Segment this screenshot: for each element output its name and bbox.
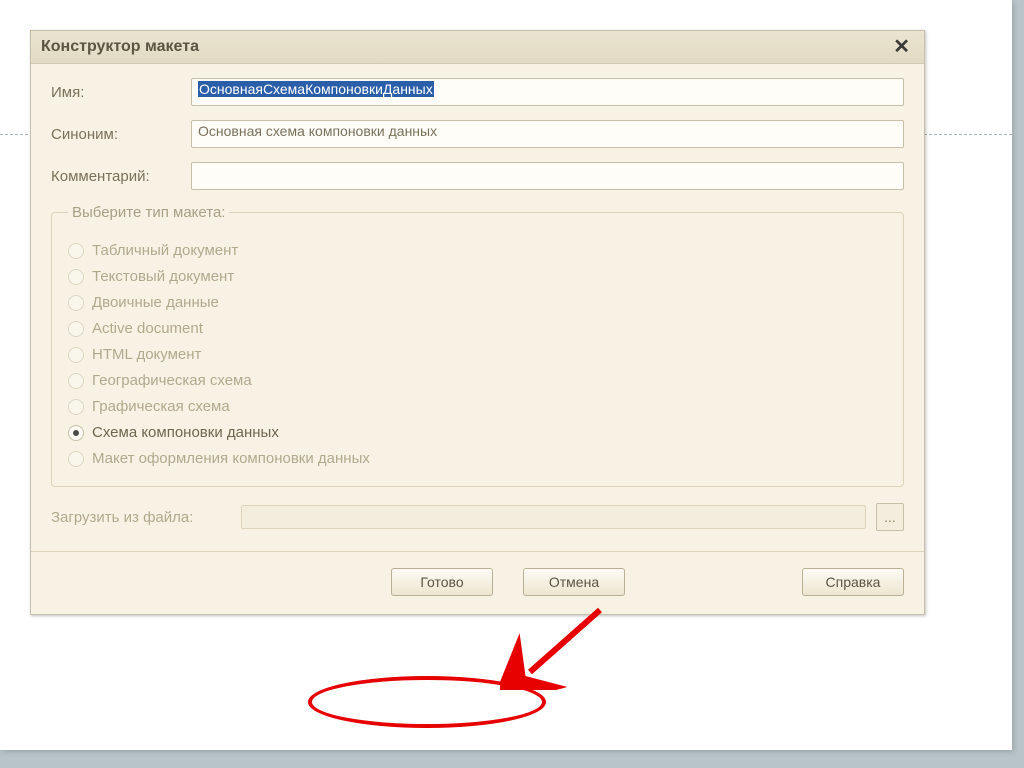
- type-fieldset: Выберите тип макета: Табличный документТ…: [51, 204, 904, 487]
- load-file-field: [241, 505, 866, 529]
- radio-option: Active document: [68, 320, 887, 337]
- radio-option: Текстовый документ: [68, 268, 887, 285]
- done-button[interactable]: Готово: [391, 568, 493, 596]
- radio-icon: [68, 295, 84, 311]
- load-label: Загрузить из файла:: [51, 509, 231, 526]
- radio-label: HTML документ: [92, 346, 201, 363]
- radio-label: Текстовый документ: [92, 268, 234, 285]
- synonym-label: Синоним:: [51, 126, 191, 143]
- radio-option: Географическая схема: [68, 372, 887, 389]
- dialog-titlebar: Конструктор макета ✕: [31, 31, 924, 64]
- radio-option[interactable]: Схема компоновки данных: [68, 424, 887, 441]
- row-load-file: Загрузить из файла: ...: [51, 503, 904, 531]
- cancel-button[interactable]: Отмена: [523, 568, 625, 596]
- comment-label: Комментарий:: [51, 168, 191, 185]
- radio-icon: [68, 321, 84, 337]
- radio-icon: [68, 425, 84, 441]
- row-synonym: Синоним: Основная схема компоновки данны…: [51, 120, 904, 148]
- radio-icon: [68, 347, 84, 363]
- help-button[interactable]: Справка: [802, 568, 904, 596]
- row-comment: Комментарий:: [51, 162, 904, 190]
- slide-frame: Конструктор макета ✕ Имя: ОсновнаяСхемаК…: [0, 0, 1012, 750]
- radio-icon: [68, 451, 84, 467]
- radio-icon: [68, 399, 84, 415]
- synonym-field[interactable]: Основная схема компоновки данных: [191, 120, 904, 148]
- radio-label: Схема компоновки данных: [92, 424, 279, 441]
- radio-option: Двоичные данные: [68, 294, 887, 311]
- close-icon[interactable]: ✕: [889, 37, 914, 57]
- radio-label: Табличный документ: [92, 242, 238, 259]
- page-background: Конструктор макета ✕ Имя: ОсновнаяСхемаК…: [0, 0, 1024, 768]
- name-field[interactable]: ОсновнаяСхемаКомпоновкиДанных: [191, 78, 904, 106]
- browse-button: ...: [876, 503, 904, 531]
- button-row: Готово Отмена Справка: [31, 551, 924, 614]
- type-legend: Выберите тип макета:: [68, 204, 229, 221]
- dialog-body: Имя: ОсновнаяСхемаКомпоновкиДанных Синон…: [31, 64, 924, 551]
- radio-option: Табличный документ: [68, 242, 887, 259]
- radio-option: Графическая схема: [68, 398, 887, 415]
- radio-option: HTML документ: [68, 346, 887, 363]
- comment-field[interactable]: [191, 162, 904, 190]
- radio-icon: [68, 243, 84, 259]
- row-name: Имя: ОсновнаяСхемаКомпоновкиДанных: [51, 78, 904, 106]
- radio-icon: [68, 269, 84, 285]
- radio-label: Географическая схема: [92, 372, 252, 389]
- radio-option: Макет оформления компоновки данных: [68, 450, 887, 467]
- annotation-ellipse: [308, 676, 546, 728]
- name-label: Имя:: [51, 84, 191, 101]
- layout-constructor-dialog: Конструктор макета ✕ Имя: ОсновнаяСхемаК…: [30, 30, 925, 615]
- radio-label: Графическая схема: [92, 398, 230, 415]
- dialog-title: Конструктор макета: [41, 38, 199, 56]
- radio-label: Active document: [92, 320, 203, 337]
- radio-label: Макет оформления компоновки данных: [92, 450, 370, 467]
- radio-label: Двоичные данные: [92, 294, 219, 311]
- radio-icon: [68, 373, 84, 389]
- radio-group: Табличный документ Текстовый документ Двои…: [68, 242, 887, 467]
